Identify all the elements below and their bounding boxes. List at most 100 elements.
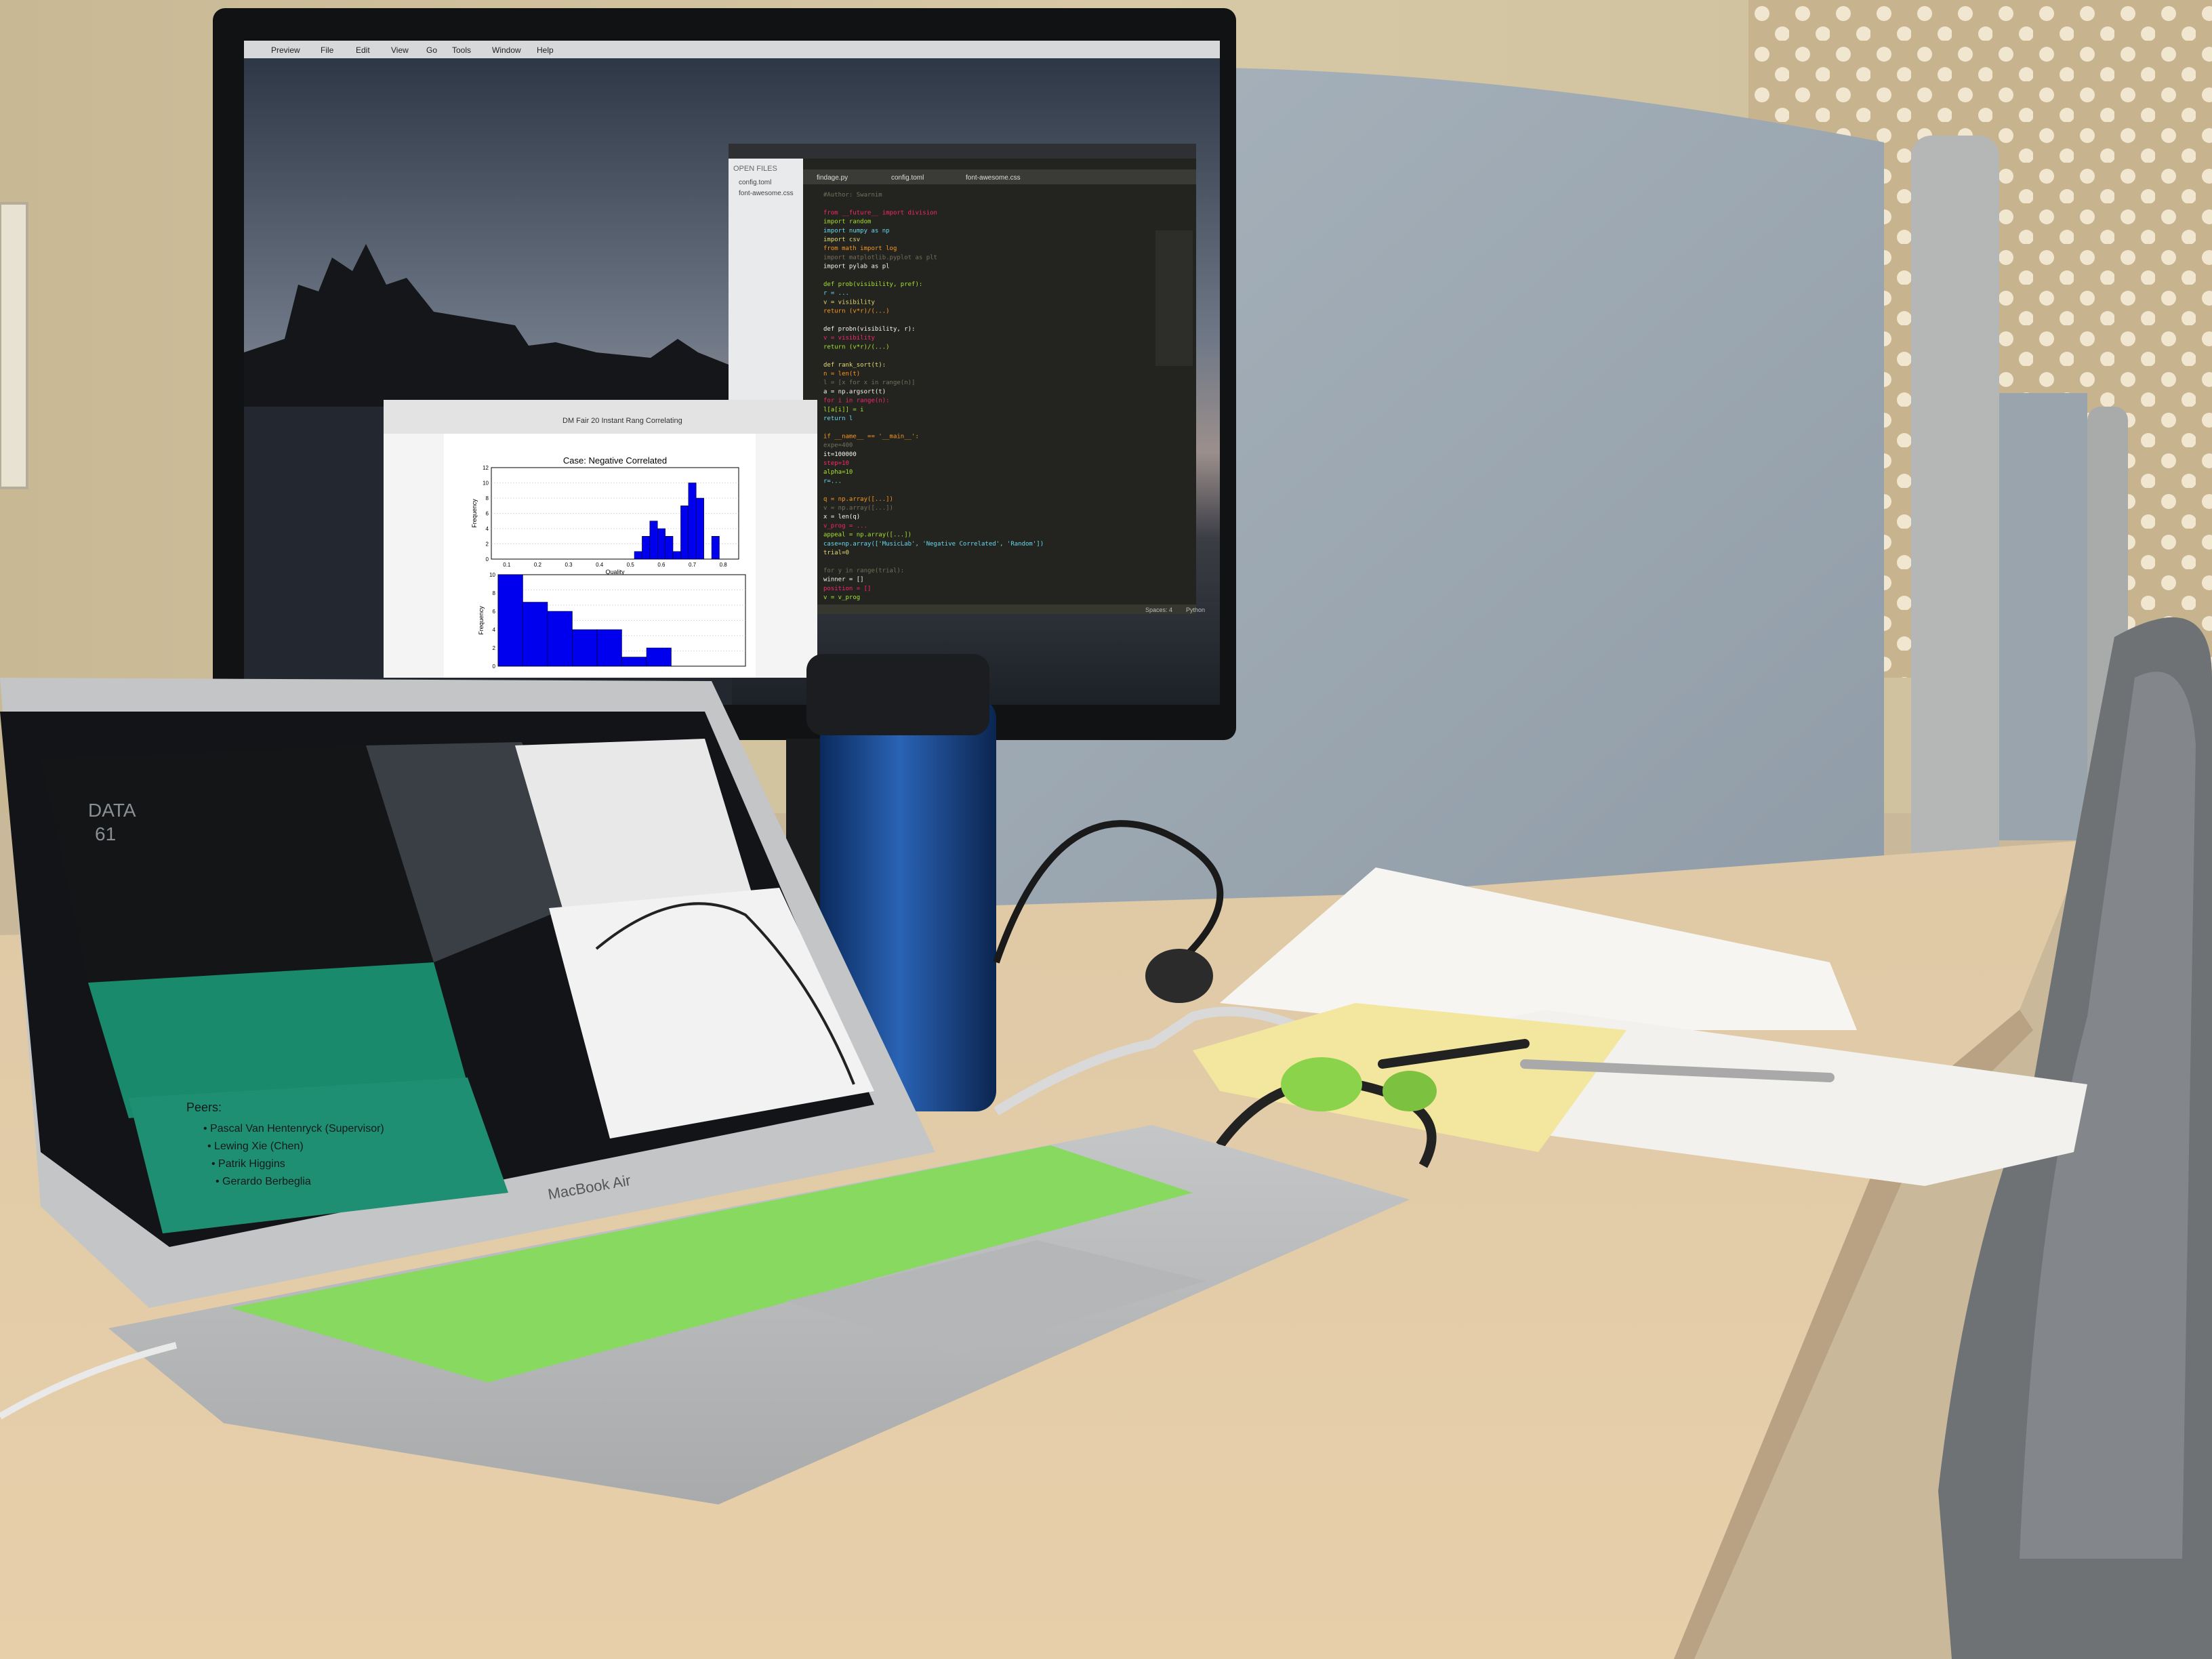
x-tick-label: 0.3: [565, 562, 573, 568]
earphone-left: [1281, 1057, 1362, 1111]
code-line: trial=0: [823, 550, 849, 556]
code-line: position = []: [823, 586, 871, 592]
code-line: import pylab as pl: [823, 264, 890, 270]
code-line: for y in range(trial):: [823, 567, 904, 574]
y-tick-label: 8: [486, 495, 489, 501]
wall-light-switch: [0, 202, 28, 489]
code-line: #Author: Swarnim: [823, 192, 882, 199]
code-line: import numpy as np: [823, 228, 890, 234]
y-tick-label: 2: [486, 541, 489, 548]
code-line: return (v*r)/(...): [823, 308, 890, 315]
y-tick-label: 10: [489, 572, 495, 578]
histogram-bar: [547, 611, 573, 667]
earphone-right: [1382, 1071, 1437, 1111]
menubar-item: Help: [537, 45, 554, 55]
code-line: a = np.argsort(t): [823, 388, 886, 395]
code-line: return (v*r)/(...): [823, 344, 890, 350]
histogram-bottom: Frequency 0 2 4 6 8 10: [478, 572, 746, 670]
laptop-slide-panel: [41, 745, 434, 983]
sidebar-file: font-awesome.css: [739, 190, 794, 197]
code-line: q = np.array([...]): [823, 496, 893, 503]
histogram-bar: [657, 528, 665, 560]
histogram-bar: [665, 536, 674, 560]
code-line: case=np.array(['MusicLab', 'Negative Cor…: [823, 541, 1044, 548]
code-line: v = visibility: [823, 299, 875, 306]
x-tick-label: 0.8: [720, 562, 728, 568]
code-line: l[a[i]] = i: [823, 407, 864, 413]
code-line: v = np.array([...]): [823, 505, 893, 512]
histogram-bar: [696, 497, 704, 560]
editor-status-bar: [803, 605, 1196, 614]
editor-tab: findage.py: [817, 174, 848, 182]
histogram-bar: [523, 602, 548, 667]
code-line: import random: [823, 219, 871, 226]
slide-bullet: • Pascal Van Hentenryck (Supervisor): [203, 1123, 384, 1134]
code-line: expe=400: [823, 443, 853, 449]
histogram-bar: [634, 551, 642, 560]
slide-badge-line2: 61: [95, 823, 116, 844]
histogram-bar: [649, 520, 658, 560]
y-tick-label: 0: [493, 663, 496, 670]
code-line: appeal = np.array([...]): [823, 532, 912, 539]
x-tick-label: 0.5: [627, 562, 635, 568]
preview-window-title: DM Fair 20 Instant Rang Correlating: [562, 417, 682, 425]
histogram-bar: [596, 629, 622, 667]
histogram-bar: [621, 657, 647, 667]
x-tick-label: 0.2: [534, 562, 542, 568]
code-line: def probn(visibility, r):: [823, 326, 915, 333]
x-tick-label: 0.4: [596, 562, 604, 568]
mac-menubar: [244, 41, 1220, 58]
menubar-item: File: [321, 45, 334, 55]
desk-scene-photo: Preview File Edit View Go Tools Window Help OPE…: [0, 0, 2212, 1659]
histogram-quality: Case: Negative CorrelatedFrequencyQualit…: [471, 455, 739, 575]
bottle-lid: [806, 654, 989, 735]
menubar-item: Window: [492, 45, 521, 55]
code-line: n = len(t): [823, 371, 860, 377]
y-tick-label: 6: [493, 609, 496, 615]
x-tick-label: 0.6: [657, 562, 665, 568]
histogram-bar: [642, 536, 651, 560]
code-line: v_prog = ...: [823, 523, 867, 529]
slide-peers-heading: Peers:: [186, 1101, 222, 1114]
y-tick-label: 4: [486, 526, 489, 532]
y-tick-label: 10: [483, 480, 489, 487]
menubar-item: Tools: [452, 45, 471, 55]
sidebar-file: config.toml: [739, 179, 771, 186]
x-tick-label: 0.1: [503, 562, 511, 568]
code-line: import csv: [823, 237, 860, 243]
code-line: for i in range(n):: [823, 398, 890, 405]
slide-bullet: • Lewing Xie (Chen): [207, 1141, 304, 1152]
code-line: from __future__ import division: [823, 209, 937, 216]
code-line: from math import log: [823, 245, 897, 252]
code-line: if __name__ == '__main__':: [823, 433, 919, 440]
editor-minimap: [1155, 230, 1193, 366]
code-line: step=10: [823, 460, 849, 467]
code-line: r=...: [823, 478, 842, 485]
menubar-item: Preview: [271, 45, 300, 55]
editor-titlebar: [729, 144, 1196, 159]
code-line: def prob(visibility, pref):: [823, 281, 922, 288]
partition-far: [1999, 393, 2087, 840]
x-tick-label: 0.7: [689, 562, 697, 568]
code-line: r = ...: [823, 290, 849, 297]
y-tick-label: 6: [486, 511, 489, 517]
histogram-bar: [497, 574, 523, 667]
code-line: v = v_prog: [823, 594, 860, 601]
histogram-bar: [680, 506, 689, 560]
menubar-item: Edit: [356, 45, 370, 55]
histogram-bar: [672, 551, 681, 560]
preview-window: DM Fair 20 Instant Rang Correlating Case…: [384, 400, 817, 678]
y-tick-label: 12: [483, 465, 489, 471]
wristwatch: [1145, 949, 1213, 1003]
slide-bullet: • Patrik Higgins: [211, 1158, 285, 1170]
y-tick-label: 2: [493, 645, 496, 651]
y-tick-label: 0: [486, 556, 489, 562]
menubar-item: View: [391, 45, 409, 55]
status-item: Python: [1186, 607, 1205, 613]
histogram-bar: [572, 629, 598, 667]
code-line: v = visibility: [823, 335, 875, 342]
editor-tab: font-awesome.css: [966, 174, 1021, 182]
y-tick-label: 4: [493, 627, 496, 633]
histogram-bar: [711, 536, 720, 560]
menubar-item: Go: [426, 45, 437, 55]
